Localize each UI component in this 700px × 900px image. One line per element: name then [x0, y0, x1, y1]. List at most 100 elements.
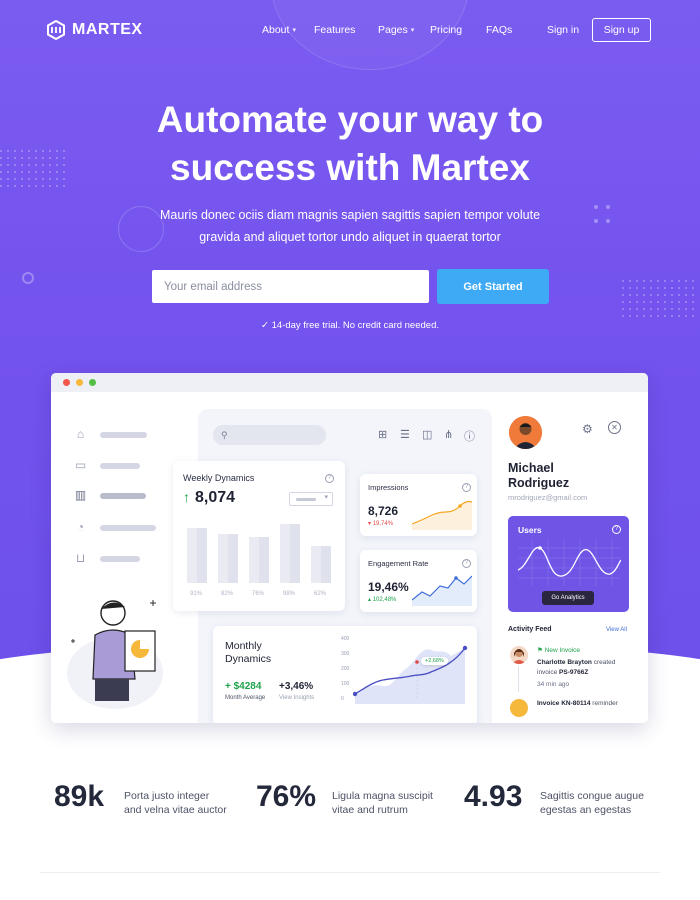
- get-started-button[interactable]: Get Started: [437, 269, 549, 304]
- impressions-title: Impressions: [368, 483, 409, 492]
- weekly-dynamics-card[interactable]: Weekly Dynamics ? ↑ 8,074 ▾ 91% 82% 76% 98%…: [173, 461, 345, 611]
- nav-pages-label: Pages: [378, 24, 408, 36]
- chevron-down-icon: ▾: [410, 27, 415, 34]
- weekly-title: Weekly Dynamics: [183, 473, 255, 483]
- close-icon[interactable]: ✕: [608, 421, 621, 434]
- decorative-dots: [594, 205, 616, 227]
- activity-time: 34 min ago: [537, 681, 570, 688]
- nav-about[interactable]: About ▾: [262, 24, 296, 36]
- stat-description-line2: egestas an egestas: [540, 804, 632, 816]
- columns-icon[interactable]: ◫: [422, 428, 432, 441]
- y-tick-label: 0: [341, 696, 344, 702]
- activity-text-line2: invoice PS-9766Z: [537, 669, 588, 676]
- settings-icon[interactable]: ⚙: [582, 422, 593, 436]
- email-input[interactable]: [152, 270, 429, 303]
- profile-name-line1: Michael: [508, 461, 554, 475]
- monthly-title: Monthly Dynamics: [225, 640, 271, 666]
- top-navigation: MARTEX About ▾ Features Pages ▾ Pricing FA…: [0, 0, 700, 60]
- monthly-line-chart: [353, 645, 468, 704]
- stat-description-line2: and velna vitae auctor: [124, 804, 227, 816]
- home-icon[interactable]: ⌂: [73, 427, 88, 442]
- nav-about-label: About: [262, 24, 290, 36]
- sidebar-item[interactable]: [100, 525, 156, 531]
- stat-description-line1: Ligula magna suscipit: [332, 790, 433, 802]
- sidebar-item[interactable]: [100, 463, 140, 469]
- stat-description: Ligula magna suscipit vitae and rutrum: [332, 789, 433, 817]
- user-avatar-icon: [512, 649, 526, 664]
- profile-email: mrodriguez@gmail.com: [508, 493, 588, 502]
- sidebar-item[interactable]: [100, 432, 147, 438]
- activity-invoice: PS-9766Z: [559, 669, 589, 676]
- info-icon[interactable]: ?: [612, 525, 621, 534]
- engagement-rate-card[interactable]: Engagement Rate ? 19,46% ▴ 102,48%: [360, 550, 477, 612]
- user-avatar-icon: [509, 416, 542, 449]
- impressions-card[interactable]: Impressions ? 8,726 ▾ 19,74%: [360, 474, 477, 536]
- info-icon[interactable]: ?: [462, 559, 471, 568]
- weekly-bar-label: 82%: [221, 591, 234, 597]
- chevron-down-icon: ▾: [292, 27, 296, 34]
- activity-action-2: reminder: [592, 700, 618, 707]
- avatar[interactable]: [509, 416, 542, 449]
- users-card[interactable]: Users ? Go Analytics: [508, 516, 629, 612]
- sidebar-item-active[interactable]: [100, 493, 146, 499]
- grid-icon[interactable]: ⊞: [378, 428, 387, 441]
- stat-description-line2: vitae and rutrum: [332, 804, 408, 816]
- timeline-line: [518, 666, 519, 692]
- stat-description-line1: Sagittis congue augue: [540, 790, 644, 802]
- monthly-amount: + $4284: [225, 681, 262, 692]
- wallet-icon[interactable]: ▭: [73, 458, 88, 473]
- flag-icon: ⚑: [537, 647, 545, 654]
- nav-pricing-label: Pricing: [430, 24, 463, 36]
- monthly-percent: +3,46%: [279, 681, 314, 692]
- dashboard-search[interactable]: ⚲: [213, 425, 326, 445]
- engagement-delta: ▴ 102,48%: [368, 597, 397, 603]
- y-tick-label: 100: [341, 681, 350, 687]
- stat-description: Porta justo integer and velna vitae aucto…: [124, 789, 227, 817]
- view-all-link[interactable]: View All: [606, 627, 627, 633]
- alert-icon[interactable]: ⓘ: [464, 428, 475, 444]
- y-tick-label: 400: [341, 636, 350, 642]
- info-icon[interactable]: ?: [325, 474, 334, 483]
- go-analytics-button[interactable]: Go Analytics: [542, 591, 594, 605]
- signin-link[interactable]: Sign in: [547, 24, 579, 36]
- nav-pricing[interactable]: Pricing: [430, 24, 462, 36]
- weekly-bar-label: 91%: [190, 591, 203, 597]
- signup-button[interactable]: Sign up: [592, 18, 651, 42]
- chart-icon[interactable]: ▥: [73, 488, 88, 503]
- monthly-amount-label: Month Average: [225, 695, 266, 701]
- gauge-icon[interactable]: ◔: [73, 520, 88, 535]
- y-tick-label: 200: [341, 666, 350, 672]
- decorative-dots: [622, 280, 694, 317]
- monthly-title-line1: Monthly: [225, 640, 262, 652]
- hero-title-line2: success with Martex: [170, 147, 530, 188]
- list-icon[interactable]: ☰: [400, 428, 410, 441]
- impressions-delta: ▾ 19,74%: [368, 521, 394, 527]
- hero-title-line1: Automate your way to: [156, 99, 544, 140]
- nav-faqs-label: FAQs: [486, 24, 513, 36]
- weekly-bar-label: 62%: [314, 591, 327, 597]
- monthly-dynamics-card[interactable]: Monthly Dynamics + $4284 Month Average +…: [213, 626, 477, 723]
- engagement-value: 19,46%: [368, 580, 409, 594]
- stat-value: 89k: [54, 780, 105, 813]
- close-dot: [63, 379, 70, 386]
- period-select[interactable]: ▾: [289, 492, 333, 506]
- nav-faqs[interactable]: FAQs: [486, 24, 512, 36]
- bag-icon[interactable]: ⊔: [73, 551, 88, 566]
- weekly-bar-highlight: [228, 534, 238, 583]
- flow-icon[interactable]: ⋔: [444, 428, 453, 441]
- weekly-bar-highlight: [290, 524, 300, 583]
- avatar: [510, 646, 528, 664]
- monthly-badge: +2,68%: [421, 657, 448, 665]
- nav-pages[interactable]: Pages ▾: [378, 24, 414, 36]
- activity-tag-label: New Invoice: [544, 647, 581, 654]
- hero-subtitle-line1: Mauris donec ociis diam magnis sapien sa…: [159, 208, 541, 222]
- activity-user: Charlotte Brayton: [537, 659, 592, 666]
- brand-logo[interactable]: MARTEX: [46, 20, 143, 40]
- monthly-title-line2: Dynamics: [225, 653, 272, 665]
- brand-name: MARTEX: [72, 21, 143, 38]
- nav-features[interactable]: Features: [314, 24, 355, 36]
- sidebar-item[interactable]: [100, 556, 140, 562]
- activity-action: created: [593, 659, 616, 666]
- weekly-value: 8,074: [195, 489, 236, 506]
- info-icon[interactable]: ?: [462, 483, 471, 492]
